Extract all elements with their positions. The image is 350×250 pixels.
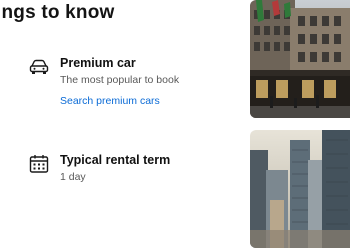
info-item-rental-term: Typical rental term 1 day <box>28 153 170 183</box>
search-premium-cars-link[interactable]: Search premium cars <box>60 95 179 107</box>
section-heading: ings to know <box>0 2 115 23</box>
item-subtitle: 1 day <box>60 171 86 183</box>
city-skyline-photo <box>250 130 350 248</box>
car-icon <box>28 57 50 77</box>
calendar-icon <box>28 154 50 174</box>
item-title: Premium car <box>60 56 136 70</box>
city-storefront-photo <box>250 0 350 118</box>
item-subtitle: The most popular to book <box>60 74 180 86</box>
info-item-premium-car: Premium car The most popular to book Sea… <box>28 56 179 107</box>
item-title: Typical rental term <box>60 153 171 167</box>
